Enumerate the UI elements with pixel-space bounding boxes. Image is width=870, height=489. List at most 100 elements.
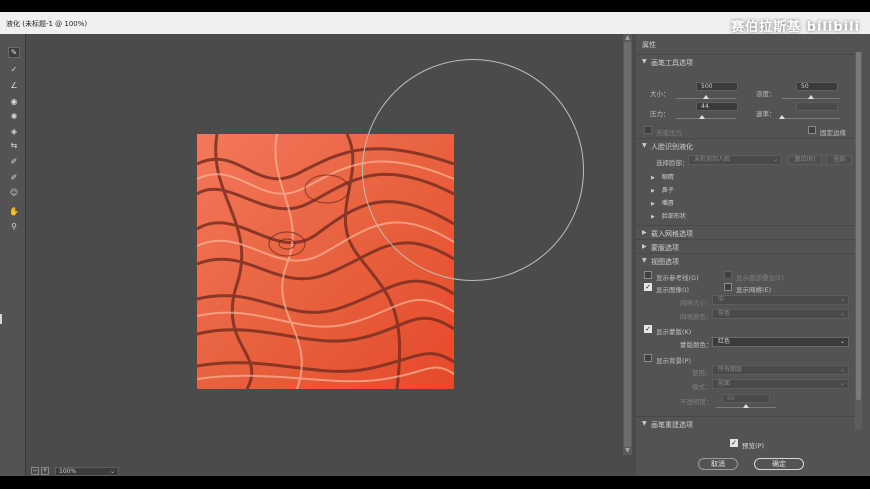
collapsed-triangle-icon: ▶: [642, 243, 647, 250]
show-mask-checkbox[interactable]: ✓: [644, 325, 652, 333]
edge-marker: [0, 314, 2, 324]
density-slider-knob[interactable]: [808, 95, 814, 99]
expanded-triangle-icon: ▼: [642, 257, 647, 264]
face-sub-face-shape[interactable]: ▶ 脸部形状: [651, 211, 686, 220]
section-brush-tool-options[interactable]: ▼ 画笔工具选项: [636, 54, 854, 67]
chevron-down-icon: ⌄: [772, 156, 778, 163]
push-left-icon[interactable]: ⇆: [8, 140, 20, 151]
all-button[interactable]: 全部: [826, 155, 852, 165]
show-face-overlay-checkbox[interactable]: [724, 271, 732, 279]
use-dropdown[interactable]: 所有图层 ⌄: [712, 365, 849, 375]
mode-label: 模式：: [692, 383, 712, 391]
select-face-dropdown[interactable]: 未检测到人脸 ⌄: [688, 155, 782, 165]
size-input[interactable]: 500: [696, 82, 738, 91]
rate-label: 速率：: [756, 110, 776, 118]
show-mesh-checkbox[interactable]: [724, 283, 732, 291]
scroll-up-icon[interactable]: ▲: [623, 34, 632, 42]
section-label: 人脸识别液化: [651, 143, 693, 151]
face-tool-icon[interactable]: ☺: [8, 187, 20, 198]
scroll-down-icon[interactable]: ▼: [623, 447, 632, 455]
liquify-dialog: 液化 (未标题-1 @ 100%) 赛伯拉斯基 bilibili ✎ ✓ ∠ ◉ ✺ ◈ ⇆…: [0, 12, 870, 476]
bloat-icon[interactable]: ◈: [8, 126, 20, 137]
density-slider[interactable]: [782, 95, 840, 99]
pin-edges-checkbox[interactable]: [808, 126, 816, 134]
face-sub-eyes[interactable]: ▶ 眼睛: [651, 172, 674, 181]
forward-warp-icon[interactable]: ✎: [8, 47, 20, 58]
mesh-color-dropdown[interactable]: 灰色 ⌄: [712, 309, 849, 319]
panel-title: 属性: [642, 41, 656, 49]
collapsed-triangle-icon: ▶: [651, 175, 655, 181]
size-slider-knob[interactable]: [703, 95, 709, 99]
section-label: 载入网格选项: [651, 230, 693, 238]
thaw-mask-icon[interactable]: ✐: [8, 172, 20, 183]
show-mesh-label: 显示网格(E): [736, 286, 772, 294]
use-value: 所有图层: [718, 366, 743, 373]
stylus-pressure-label: 光笔压力: [656, 129, 682, 137]
opacity-label: 不透明度：: [680, 398, 713, 406]
properties-panel: 属性 ▼ 画笔工具选项 大小： 500 浓度： 50 压力： 44 速率： 光笔…: [636, 34, 870, 476]
show-guides-label: 显示参考线(G): [656, 274, 699, 282]
mask-color-label: 蒙版颜色：: [680, 341, 713, 349]
chevron-down-icon: ⌄: [839, 310, 845, 317]
scrollbar-thumb[interactable]: [624, 42, 631, 447]
mesh-size-value: 中: [718, 296, 725, 303]
reset-button[interactable]: 复位(R): [788, 155, 822, 165]
size-label: 大小：: [650, 90, 670, 98]
reconstruct-icon[interactable]: ✓: [8, 64, 20, 75]
opacity-slider[interactable]: [716, 404, 776, 408]
letterbox-bottom: [0, 476, 870, 489]
section-label: 视图选项: [651, 258, 679, 266]
canvas-vertical-scrollbar[interactable]: ▲ ▼: [623, 34, 632, 455]
pressure-slider[interactable]: [676, 115, 736, 119]
chevron-down-icon: ⌄: [109, 468, 115, 475]
face-sub-mouth[interactable]: ▶ 嘴唇: [651, 198, 674, 207]
use-label: 使用：: [692, 369, 712, 377]
chevron-down-icon: ⌄: [839, 380, 845, 387]
mode-dropdown[interactable]: 前面 ⌄: [712, 379, 849, 389]
rate-slider-knob[interactable]: [779, 115, 785, 119]
expanded-triangle-icon: ▼: [642, 142, 647, 149]
preview-checkbox[interactable]: ✓: [730, 439, 738, 447]
mesh-color-label: 网格颜色：: [680, 313, 713, 321]
rate-slider[interactable]: [779, 115, 840, 119]
sub-label: 脸部形状: [661, 213, 686, 220]
size-slider[interactable]: [676, 95, 736, 99]
panel-scrollbar[interactable]: [855, 52, 862, 430]
collapsed-triangle-icon: ▶: [651, 188, 655, 194]
panel-scrollbar-thumb[interactable]: [856, 52, 861, 400]
mesh-size-dropdown[interactable]: 中 ⌄: [712, 295, 849, 305]
twirl-icon[interactable]: ◉: [8, 96, 20, 107]
opacity-slider-knob[interactable]: [743, 404, 749, 408]
section-face-aware-liquify[interactable]: ▼ 人脸识别液化: [636, 138, 854, 151]
density-input[interactable]: 50: [796, 82, 838, 91]
smooth-icon[interactable]: ∠: [8, 80, 20, 91]
section-mask-options[interactable]: ▶ 蒙版选项: [636, 239, 854, 252]
section-brush-reconstruct-options[interactable]: ▼ 画笔重建选项: [636, 416, 854, 429]
mesh-size-label: 网格大小：: [680, 299, 713, 307]
sub-label: 嘴唇: [661, 200, 674, 207]
rate-input[interactable]: [796, 102, 838, 111]
section-load-mesh-options[interactable]: ▶ 载入网格选项: [636, 225, 854, 238]
stylus-pressure-checkbox[interactable]: [644, 126, 652, 134]
show-image-checkbox[interactable]: ✓: [644, 283, 652, 291]
section-label: 画笔重建选项: [651, 421, 693, 429]
section-view-options[interactable]: ▼ 视图选项: [636, 253, 854, 266]
show-backdrop-checkbox[interactable]: [644, 354, 652, 362]
zoom-out-icon[interactable]: −: [31, 467, 39, 475]
pressure-slider-knob[interactable]: [699, 115, 706, 119]
opacity-input[interactable]: 50: [722, 394, 770, 403]
face-sub-nose[interactable]: ▶ 鼻子: [651, 185, 674, 194]
pucker-icon[interactable]: ✺: [8, 111, 20, 122]
freeze-mask-icon[interactable]: ✐: [8, 156, 20, 167]
pressure-input[interactable]: 44: [696, 102, 738, 111]
ok-button[interactable]: 确定: [754, 458, 804, 470]
cancel-button[interactable]: 取消: [698, 458, 738, 470]
hand-icon[interactable]: ✋: [8, 206, 20, 217]
mask-color-dropdown[interactable]: 红色 ⌄: [712, 337, 849, 347]
watermark: 赛伯拉斯基 bilibili: [731, 20, 860, 35]
zoom-icon[interactable]: ⚲: [8, 221, 20, 232]
collapsed-triangle-icon: ▶: [642, 229, 647, 236]
zoom-level-select[interactable]: 100% ⌄: [55, 467, 119, 476]
show-guides-checkbox[interactable]: [644, 271, 652, 279]
zoom-in-icon[interactable]: +: [41, 467, 49, 475]
